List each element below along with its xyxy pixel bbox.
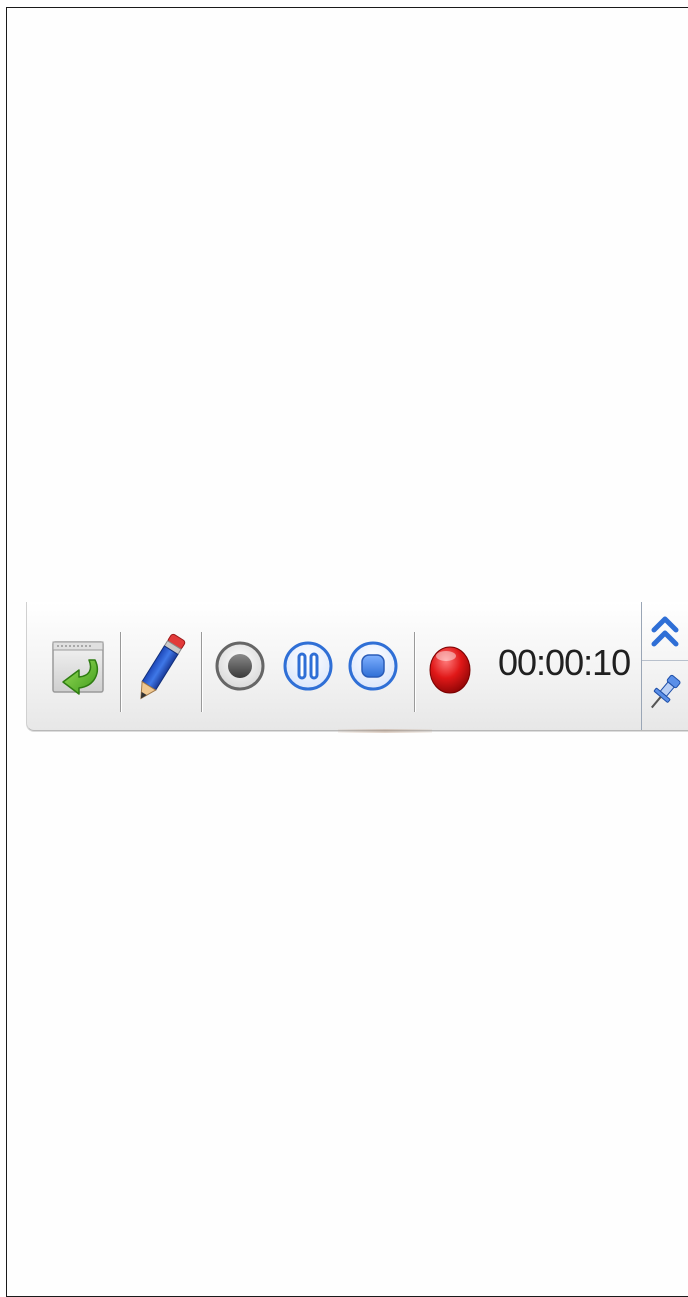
side-panel: [641, 602, 688, 730]
double-chevron-up-icon: [651, 616, 679, 647]
pause-button-icon: [283, 641, 333, 691]
toolbar-shadow: [338, 729, 432, 733]
recorder-toolbar: 00:00:10: [26, 602, 688, 731]
toolbar-separator: [414, 632, 415, 712]
record-button[interactable]: [214, 640, 266, 692]
record-button-icon: [215, 641, 265, 691]
recording-indicator: [426, 640, 474, 696]
collapse-button[interactable]: [650, 612, 680, 652]
side-panel-divider: [642, 660, 688, 661]
elapsed-timer: 00:00:10: [498, 642, 631, 683]
annotate-button[interactable]: [131, 628, 189, 708]
pencil-icon: [140, 633, 186, 700]
pause-button[interactable]: [282, 640, 334, 692]
stop-button-icon: [348, 641, 398, 691]
pin-icon: [651, 674, 681, 709]
recording-indicator-icon: [429, 646, 471, 694]
toolbar-separator: [201, 632, 202, 712]
pin-button[interactable]: [646, 670, 682, 716]
return-window-button[interactable]: [51, 636, 107, 700]
stop-button[interactable]: [347, 640, 399, 692]
toolbar-separator: [120, 632, 121, 712]
return-window-icon: [52, 641, 104, 695]
